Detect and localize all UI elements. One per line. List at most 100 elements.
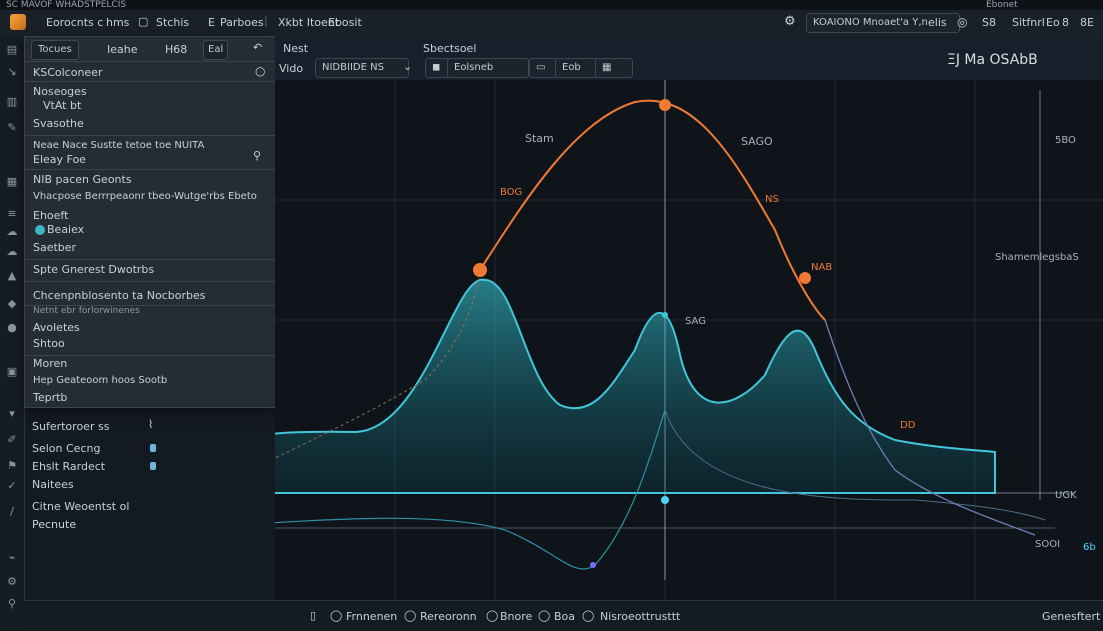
filter-icon[interactable]: ◆ <box>6 298 18 310</box>
cloud-icon[interactable]: ☁ <box>6 226 18 238</box>
down-icon[interactable]: ▾ <box>6 408 18 420</box>
triangle-icon[interactable]: ▲ <box>6 270 18 282</box>
layers-icon[interactable]: ≡ <box>6 208 18 220</box>
menu-divider: | <box>264 14 268 27</box>
search-input-value: KOAIONO Mnoaet'a Y,n <box>813 17 928 28</box>
marker-right <box>799 272 811 284</box>
panel-sec3-item-3[interactable]: Saetber <box>33 241 76 254</box>
panel-sec6-a[interactable]: Avoletes <box>33 321 80 334</box>
menu-item-2[interactable]: hms <box>106 16 129 29</box>
control-item-2[interactable]: Selon Cecng <box>32 442 100 455</box>
brush-icon[interactable]: ⌁ <box>6 552 18 564</box>
grid-tool[interactable]: ▦ <box>595 58 633 78</box>
collapse-arrow-icon[interactable]: ↶ <box>253 41 262 54</box>
panel-sec1-c[interactable]: Svasothe <box>33 117 84 130</box>
status-icon[interactable]: ◯ <box>582 609 594 622</box>
key-icon[interactable]: ⚲ <box>6 598 18 610</box>
flag-icon[interactable]: ⚑ <box>6 460 18 472</box>
label-dd: DD <box>900 420 916 431</box>
status-item-3[interactable]: Bnore <box>500 610 532 623</box>
menu-right-2[interactable]: Ebonet <box>986 0 1018 10</box>
label-ugk: UGK <box>1055 490 1077 501</box>
menu-item-7[interactable]: Ebosit <box>328 16 362 29</box>
panel-sec3-item-2[interactable]: Beaiex <box>47 223 84 236</box>
control-item-4[interactable]: Naitees <box>32 478 74 491</box>
grid-icon[interactable]: ▢ <box>138 15 148 28</box>
menu-item-3[interactable]: Stchis <box>156 16 189 29</box>
menu-right-3[interactable]: Sitfnrl <box>1012 16 1045 29</box>
status-item-5[interactable]: Nisroeottrusttt <box>600 610 680 623</box>
plot-area[interactable]: Stam SAGO BOG NS 5BO SAG NAB DD UGK Sham… <box>194 80 1103 600</box>
status-icon[interactable]: ▯ <box>310 609 316 622</box>
panel-tab-2[interactable]: Ieahe <box>107 43 138 56</box>
panel-sec7-c[interactable]: Teprtb <box>33 391 67 404</box>
control-item-6[interactable]: Pecnute <box>32 518 76 531</box>
label-nab: NAB <box>811 262 832 273</box>
gear-icon[interactable]: ⚙ <box>6 576 18 588</box>
status-icon[interactable]: ◯ <box>404 609 416 622</box>
marker-top <box>659 99 671 111</box>
status-right: Genesftert <box>1042 610 1101 623</box>
panel-tab-3[interactable]: H68 <box>165 43 187 56</box>
toolbar-button-nest[interactable]: Nest <box>283 42 308 55</box>
panel-sec5[interactable]: Chcenpnblosento ta Nocborbes <box>33 289 205 302</box>
panel-row-1[interactable]: KSColconeer <box>33 66 102 79</box>
menu-item-4[interactable]: E <box>208 16 215 29</box>
arrow-icon[interactable]: ↘ <box>6 66 18 78</box>
status-icon[interactable]: ◯ <box>486 609 498 622</box>
grid-icon[interactable]: ▦ <box>6 176 18 188</box>
status-item-4[interactable]: Boa <box>554 610 575 623</box>
status-item-1[interactable]: Frnnenen <box>346 610 397 623</box>
plot-canvas[interactable]: Stam SAGO BOG NS 5BO SAG NAB DD UGK Sham… <box>194 80 1103 600</box>
chart-icon[interactable]: ▥ <box>6 96 18 108</box>
panel-sec6-b[interactable]: Shtoo <box>33 337 65 350</box>
check-icon[interactable]: ✓ <box>6 480 18 492</box>
panel-sec2-sub[interactable]: Eleay Foe <box>33 153 86 166</box>
panel-tab-1[interactable]: Tocues <box>31 40 79 60</box>
dropdown-chevron-icon[interactable]: ⌄ <box>403 60 412 73</box>
frame-tool[interactable]: ▭ <box>529 58 557 78</box>
control-slider-icon[interactable]: ⌇ <box>148 418 153 431</box>
control-item-1[interactable]: Sufertoroer ss <box>32 420 109 433</box>
tool-eolsneb[interactable]: Eolsneb <box>447 58 529 78</box>
marker-left <box>473 263 487 277</box>
panel-sec7-b[interactable]: Hep Geateoom hoos Sootb <box>33 375 167 386</box>
search-tag[interactable]: elis <box>928 16 947 29</box>
app-logo-icon[interactable] <box>10 14 26 30</box>
menu-right-5[interactable]: 8 <box>1062 16 1069 29</box>
toggle-dot-icon[interactable] <box>35 225 45 235</box>
control-item-5[interactable]: Citne Weoentst ol <box>32 500 129 513</box>
status-item-2[interactable]: Rereoronn <box>420 610 477 623</box>
pen-icon[interactable]: ✐ <box>6 434 18 446</box>
slash-icon[interactable]: / <box>6 506 18 518</box>
control-item-3[interactable]: Ehslt Rardect <box>32 460 105 473</box>
settings-icon[interactable]: ⚙ <box>784 14 796 29</box>
menu-right-4[interactable]: Eo <box>1046 16 1060 29</box>
refresh-icon[interactable]: ○ <box>255 64 265 78</box>
panel-sec3-item-1[interactable]: Ehoeft <box>33 209 68 222</box>
properties-panel: Tocues Ieahe H68 Eal ↶ KSColconeer ○ Nos… <box>24 36 276 408</box>
plot-search-field[interactable]: NIDBIIDE NS <box>315 58 409 78</box>
menu-right-1[interactable]: S8 <box>982 16 996 29</box>
menu-item-1[interactable]: Eorocnts c <box>46 16 103 29</box>
panel-divider <box>25 81 275 82</box>
ai-icon[interactable]: ◎ <box>957 15 967 29</box>
drop-icon[interactable]: ● <box>6 322 18 334</box>
control-dot-icon[interactable] <box>150 462 156 470</box>
panel-badge[interactable]: Eal <box>203 40 229 60</box>
pin-icon[interactable]: ⚲ <box>253 149 261 162</box>
menu-right-6[interactable]: 8E <box>1080 16 1094 29</box>
control-dot-icon[interactable] <box>150 444 156 452</box>
cloud-icon-2[interactable]: ☁ <box>6 246 18 258</box>
image-icon[interactable]: ▣ <box>6 366 18 378</box>
menu-item-5[interactable]: Parboes <box>220 16 264 29</box>
toolbar-button-vido[interactable]: Vido <box>279 62 303 75</box>
folder-icon[interactable]: ▤ <box>6 44 18 56</box>
panel-sec7-a[interactable]: Moren <box>33 357 67 370</box>
label-sag: SAG <box>685 316 706 327</box>
status-icon[interactable]: ◯ <box>538 609 550 622</box>
edit-icon[interactable]: ✎ <box>6 122 18 134</box>
panel-sec4[interactable]: Spte Gnerest Dwotrbs <box>33 263 154 276</box>
status-icon[interactable]: ◯ <box>330 609 342 622</box>
panel-sec1-b[interactable]: VtAt bt <box>43 99 81 112</box>
